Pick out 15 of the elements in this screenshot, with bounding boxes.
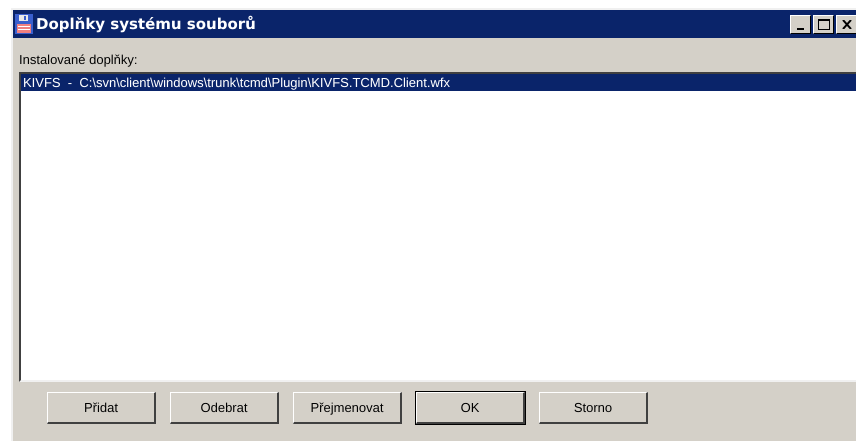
plugin-list-item[interactable]: KIVFS - C:\svn\client\windows\trunk\tcmd\Plugin\KIVFS.TCMD.Client.wfx (21, 74, 856, 91)
maximize-icon (818, 18, 830, 30)
dialog-button[interactable]: Storno (539, 392, 648, 424)
maximize-button[interactable] (813, 14, 834, 34)
window-title: Doplňky systému souborů (36, 14, 256, 35)
dialog-button[interactable]: Přejmenovat (293, 392, 402, 424)
dialog-button[interactable]: Odebrat (170, 392, 279, 424)
list-label: Instalované doplňky: (19, 51, 139, 69)
minimize-button[interactable] (790, 14, 811, 34)
close-icon (842, 20, 852, 28)
close-button[interactable] (836, 14, 856, 34)
minimize-icon (797, 28, 804, 30)
dialog-button[interactable]: OK (416, 392, 525, 424)
plugin-list[interactable]: KIVFS - C:\svn\client\windows\trunk\tcmd\Plugin\KIVFS.TCMD.Client.wfx (19, 72, 856, 382)
dialog-button[interactable]: Přidat (47, 392, 156, 424)
